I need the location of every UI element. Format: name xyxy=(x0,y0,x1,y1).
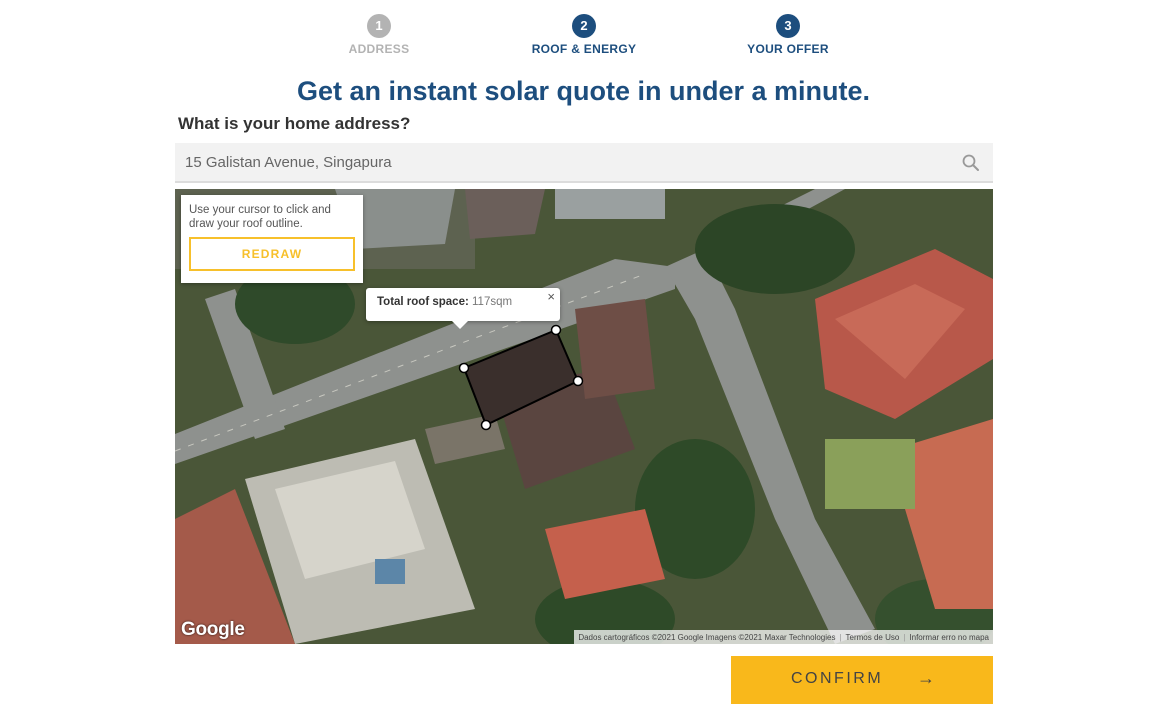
address-question: What is your home address? xyxy=(178,114,411,133)
terms-link[interactable]: Termos de Uso xyxy=(846,633,900,642)
step-label: YOUR OFFER xyxy=(747,42,829,56)
roof-space-label: Total roof space: xyxy=(377,296,469,308)
step-label: ADDRESS xyxy=(348,42,410,56)
google-logo: Google xyxy=(181,619,245,640)
draw-instructions-panel: Use your cursor to click and draw your r… xyxy=(181,195,363,283)
step-label: ROOF & ENERGY xyxy=(531,42,637,56)
close-icon[interactable]: × xyxy=(547,289,555,304)
map-data-credit: Dados cartográficos ©2021 Google Imagens… xyxy=(578,632,836,642)
step-your-offer: 3 YOUR OFFER xyxy=(718,14,858,56)
step-roof-energy: 2 ROOF & ENERGY xyxy=(514,14,654,56)
step-number: 3 xyxy=(776,14,800,38)
roof-vertex-handle[interactable] xyxy=(458,362,470,374)
confirm-label: CONFIRM xyxy=(791,670,884,687)
redraw-button[interactable]: REDRAW xyxy=(189,237,355,271)
search-icon[interactable] xyxy=(961,153,981,173)
report-error-link[interactable]: Informar erro no mapa xyxy=(909,633,989,642)
confirm-button[interactable]: CONFIRM → xyxy=(731,656,993,704)
step-address: 1 ADDRESS xyxy=(309,14,449,56)
map-attribution: Dados cartográficos ©2021 Google Imagens… xyxy=(574,630,993,644)
roof-vertex-handle[interactable] xyxy=(550,324,562,336)
draw-instructions-text: Use your cursor to click and draw your r… xyxy=(189,204,331,230)
step-number: 1 xyxy=(367,14,391,38)
address-field[interactable] xyxy=(175,143,993,183)
step-number: 2 xyxy=(572,14,596,38)
roof-space-value: 117sqm xyxy=(472,296,513,308)
address-input[interactable] xyxy=(185,143,945,181)
roof-vertex-handle[interactable] xyxy=(480,419,492,431)
arrow-right-icon: → xyxy=(917,668,935,688)
roof-space-tooltip: Total roof space: 117sqm × xyxy=(366,288,560,329)
roof-vertex-handle[interactable] xyxy=(572,375,584,387)
satellite-map[interactable]: Use your cursor to click and draw your r… xyxy=(175,189,993,644)
page-title: Get an instant solar quote in under a mi… xyxy=(296,76,871,106)
